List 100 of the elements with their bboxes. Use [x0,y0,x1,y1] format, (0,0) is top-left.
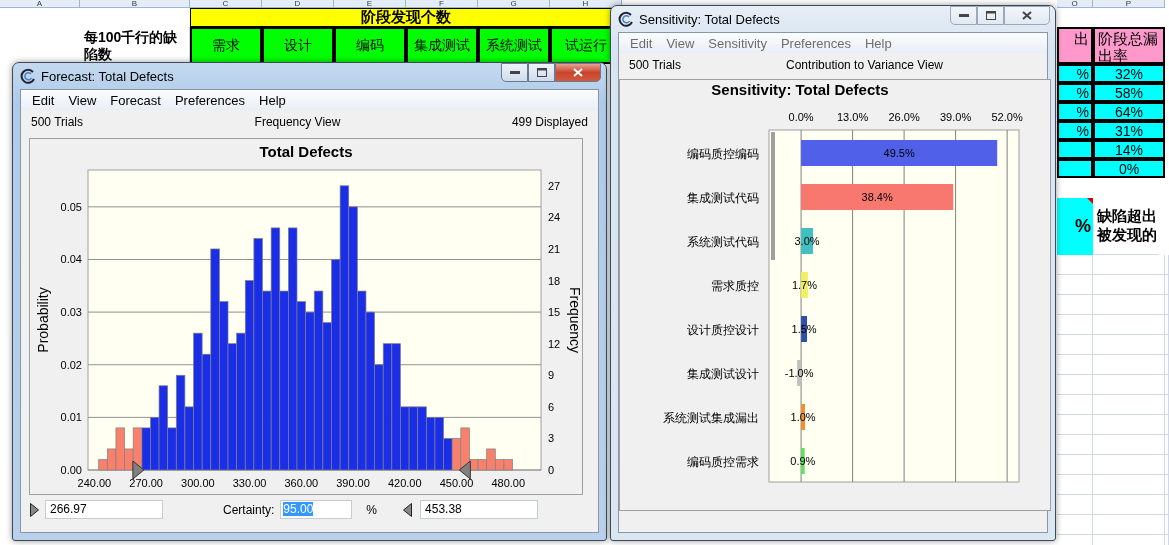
window-title: Sensitivity: Total Defects [639,11,780,27]
empty-cell[interactable] [1165,375,1169,395]
upper-value-field[interactable]: 453.38 [420,500,539,519]
chart-title: Sensitivity: Total Defects [711,81,889,98]
empty-cell[interactable] [1165,255,1169,275]
leak-cell [1057,159,1093,178]
category-label: 系统测试集成漏出 [663,411,759,425]
maximize-button[interactable] [528,63,555,82]
column-header[interactable]: H [550,0,622,8]
menu-item[interactable]: Preferences [167,92,253,108]
limit-handle[interactable] [458,460,471,480]
empty-cell[interactable] [1057,415,1093,435]
empty-cell[interactable] [1057,275,1093,295]
empty-cell[interactable] [1057,295,1093,315]
menu-item[interactable]: Help [252,92,293,108]
category-label: 需求质控 [711,279,759,293]
close-button[interactable] [555,63,601,82]
empty-cell[interactable] [1093,475,1165,495]
empty-cell[interactable] [1165,455,1169,475]
empty-cell[interactable] [1057,495,1093,515]
axis-label: Probability [35,287,51,353]
menu-item[interactable]: Help [858,35,899,51]
tick-label: 0 [548,464,555,476]
empty-cell[interactable] [1093,355,1165,375]
menu-item[interactable]: View [659,35,702,51]
empty-cell[interactable] [1057,335,1093,355]
column-header[interactable]: F [406,0,478,8]
category-label: 设计质控设计 [687,323,759,337]
menu-item[interactable]: Forecast [103,92,168,108]
menu-item[interactable]: Edit [25,92,62,108]
minimize-button[interactable] [501,63,528,82]
empty-cell[interactable] [1165,315,1169,335]
empty-cell[interactable] [1093,415,1165,435]
tick-label: 0.01 [60,411,82,424]
empty-cell[interactable] [1165,335,1169,355]
empty-cell[interactable] [1165,435,1169,455]
stage-cell: 编码 [334,27,406,64]
certainty-label: Certainty: [223,502,275,517]
tick-label: 450.00 [439,477,474,489]
empty-cell[interactable] [1057,355,1093,375]
category-label: 系统测试代码 [687,235,759,249]
empty-cell[interactable] [1093,435,1165,455]
empty-cell[interactable] [1093,375,1165,395]
menu-item[interactable]: Preferences [773,35,858,51]
leak-rate-cell: 0% [1093,159,1165,178]
comment-indicator-icon [1087,198,1093,204]
column-header[interactable]: P [1093,0,1165,8]
column-header[interactable]: G [478,0,550,8]
menu-item[interactable]: View [61,92,104,108]
empty-cell[interactable] [1093,455,1165,475]
leak-rate-cell: 64% [1093,102,1165,121]
column-header[interactable]: E [334,0,406,8]
category-label: 集成测试设计 [687,367,759,381]
scroll-bar[interactable] [771,132,775,260]
empty-cell[interactable] [1057,395,1093,415]
empty-cell[interactable] [1093,275,1165,295]
empty-cell[interactable] [1165,515,1169,535]
menu-item[interactable]: Edit [623,35,660,51]
axis-label: Frequency [567,286,582,354]
column-header[interactable]: C [190,0,262,8]
empty-cell[interactable] [1093,395,1165,415]
empty-cell[interactable] [1093,295,1165,315]
empty-cell[interactable] [1057,375,1093,395]
empty-cell[interactable] [1165,275,1169,295]
trials-count: 500 Trials [31,115,84,131]
empty-cell[interactable] [1093,315,1165,335]
value-label: -1.0% [784,367,814,379]
histogram-bar [408,406,419,471]
empty-cell[interactable] [1165,395,1169,415]
column-header[interactable]: D [262,0,334,8]
menu-item[interactable]: Sensitivity [701,35,774,51]
tick-label: 0.03 [60,306,82,319]
lower-value-field[interactable]: 266.97 [45,500,163,519]
empty-cell[interactable] [1165,475,1169,495]
empty-cell[interactable] [1165,295,1169,315]
tick-label: 24 [548,211,561,224]
empty-cell[interactable] [1057,475,1093,495]
empty-cell[interactable] [1093,495,1165,515]
column-header[interactable]: A [0,0,80,8]
empty-cell[interactable] [1093,335,1165,355]
empty-cell[interactable] [1093,255,1165,275]
tick-label: 27 [548,179,561,192]
empty-cell[interactable] [1057,435,1093,455]
empty-cell[interactable] [1057,515,1093,535]
empty-cell[interactable] [1165,415,1169,435]
empty-cell[interactable] [1057,315,1093,335]
histogram-bar [503,459,513,471]
empty-cell[interactable] [1165,355,1169,375]
empty-cell[interactable] [1165,495,1169,515]
tick-label: 0.05 [60,200,82,213]
summary-value-cell: % [1057,198,1093,255]
category-label: 编码质控需求 [687,455,759,469]
empty-cell[interactable] [1057,455,1093,475]
column-header[interactable]: B [80,0,190,8]
column-header[interactable]: O [1057,0,1093,8]
limit-handle[interactable] [132,460,145,480]
chart-title: Total Defects [259,143,353,160]
empty-cell[interactable] [1057,255,1093,275]
stage-cell: 系统测试 [478,27,550,64]
empty-cell[interactable] [1093,515,1165,535]
